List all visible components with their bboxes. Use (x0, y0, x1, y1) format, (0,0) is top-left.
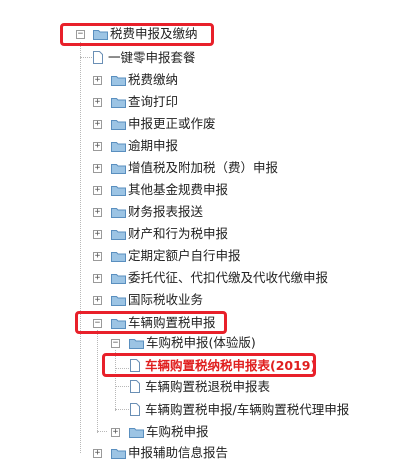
folder-icon (129, 428, 144, 438)
tree-item-label[interactable]: 车辆购置税退税申报表 (145, 379, 270, 395)
tree-item-label[interactable]: 逾期申报 (128, 138, 178, 154)
collapse-toggle[interactable]: − (76, 30, 85, 39)
expand-toggle[interactable]: + (93, 98, 102, 107)
folder-icon (111, 296, 126, 306)
tree-item-international[interactable]: + 国际税收业务 (0, 290, 404, 310)
folder-icon (111, 252, 126, 262)
tree-item-vehicle-tax[interactable]: − 车辆购置税申报 (0, 313, 404, 333)
tree-item-label[interactable]: 车辆购置税申报 (128, 315, 216, 331)
tree-item-query-print[interactable]: + 查询打印 (0, 92, 404, 112)
tree-item-label[interactable]: 车辆购置税申报/车辆购置税代理申报 (145, 402, 349, 418)
tree-item-vehicle-refund[interactable]: 车辆购置税退税申报表 (0, 377, 404, 397)
folder-open-icon (129, 339, 144, 349)
document-icon (130, 380, 140, 393)
expand-toggle[interactable]: + (111, 428, 120, 437)
tree-item-vat[interactable]: + 增值税及附加税（费）申报 (0, 158, 404, 178)
tree-item-vehicle-agent[interactable]: 车辆购置税申报/车辆购置税代理申报 (0, 400, 404, 420)
tree-item-vehicle-regular[interactable]: + 车购税申报 (0, 422, 404, 442)
folder-open-icon (111, 319, 126, 329)
expand-toggle[interactable]: + (93, 164, 102, 173)
folder-icon (111, 120, 126, 130)
tree-item-label[interactable]: 财务报表报送 (128, 204, 203, 220)
expand-toggle[interactable]: + (93, 186, 102, 195)
folder-icon (111, 449, 126, 459)
tree-item-label[interactable]: 车购税申报(体验版) (146, 335, 256, 351)
folder-icon (111, 230, 126, 240)
tree-item-label[interactable]: 财产和行为税申报 (128, 226, 228, 242)
tree-root[interactable]: − 税费申报及缴纳 (0, 24, 404, 44)
folder-icon (111, 76, 126, 86)
folder-icon (111, 186, 126, 196)
tree-item-correction[interactable]: + 申报更正或作废 (0, 114, 404, 134)
tree-item-label[interactable]: 增值税及附加税（费）申报 (128, 160, 278, 176)
tree-item-label[interactable]: 税费缴纳 (128, 72, 178, 88)
tree-item-label[interactable]: 定期定额户自行申报 (128, 248, 241, 264)
document-icon (130, 403, 140, 416)
tree-item-label[interactable]: 车购税申报 (146, 424, 209, 440)
expand-toggle[interactable]: + (93, 274, 102, 283)
tree-root-label[interactable]: 税费申报及缴纳 (110, 26, 198, 42)
tree-item-label-selected[interactable]: 车辆购置税纳税申报表(2019) (145, 358, 316, 374)
document-icon (93, 51, 103, 64)
tree-item-property-tax[interactable]: + 财产和行为税申报 (0, 224, 404, 244)
tree-item-vehicle-tax-form-2019[interactable]: 车辆购置税纳税申报表(2019) (0, 356, 404, 376)
expand-toggle[interactable]: + (93, 120, 102, 129)
collapse-toggle[interactable]: − (93, 319, 102, 328)
expand-toggle[interactable]: + (93, 208, 102, 217)
tree-item-auxiliary-report[interactable]: + 申报辅助信息报告 (0, 443, 404, 463)
expand-toggle[interactable]: + (93, 230, 102, 239)
expand-toggle[interactable]: + (93, 252, 102, 261)
tree-item-vehicle-trial[interactable]: − 车购税申报(体验版) (0, 333, 404, 353)
tree-item-label[interactable]: 查询打印 (128, 94, 178, 110)
tree-item-tax-payment[interactable]: + 税费缴纳 (0, 70, 404, 90)
tree-item-zero-declaration[interactable]: 一键零申报套餐 (0, 48, 404, 68)
folder-icon (111, 208, 126, 218)
document-icon (130, 359, 140, 372)
expand-toggle[interactable]: + (93, 296, 102, 305)
tree-item-overdue[interactable]: + 逾期申报 (0, 136, 404, 156)
expand-toggle[interactable]: + (93, 142, 102, 151)
tree-item-label[interactable]: 申报辅助信息报告 (128, 445, 228, 461)
tree-item-fixed-quota[interactable]: + 定期定额户自行申报 (0, 246, 404, 266)
folder-icon (111, 274, 126, 284)
tree-item-label[interactable]: 其他基金规费申报 (128, 182, 228, 198)
collapse-toggle[interactable]: − (111, 339, 120, 348)
expand-toggle[interactable]: + (93, 76, 102, 85)
tree-item-label[interactable]: 国际税收业务 (128, 292, 203, 308)
folder-open-icon (93, 30, 108, 40)
expand-toggle[interactable]: + (93, 449, 102, 458)
folder-icon (111, 98, 126, 108)
folder-icon (111, 164, 126, 174)
tree-item-withholding[interactable]: + 委托代征、代扣代缴及代收代缴申报 (0, 268, 404, 288)
tree-item-label[interactable]: 一键零申报套餐 (108, 50, 196, 66)
tree-item-financial-statements[interactable]: + 财务报表报送 (0, 202, 404, 222)
folder-icon (111, 142, 126, 152)
tree-item-label[interactable]: 委托代征、代扣代缴及代收代缴申报 (128, 270, 328, 286)
tree-item-label[interactable]: 申报更正或作废 (128, 116, 216, 132)
tree-item-other-funds[interactable]: + 其他基金规费申报 (0, 180, 404, 200)
